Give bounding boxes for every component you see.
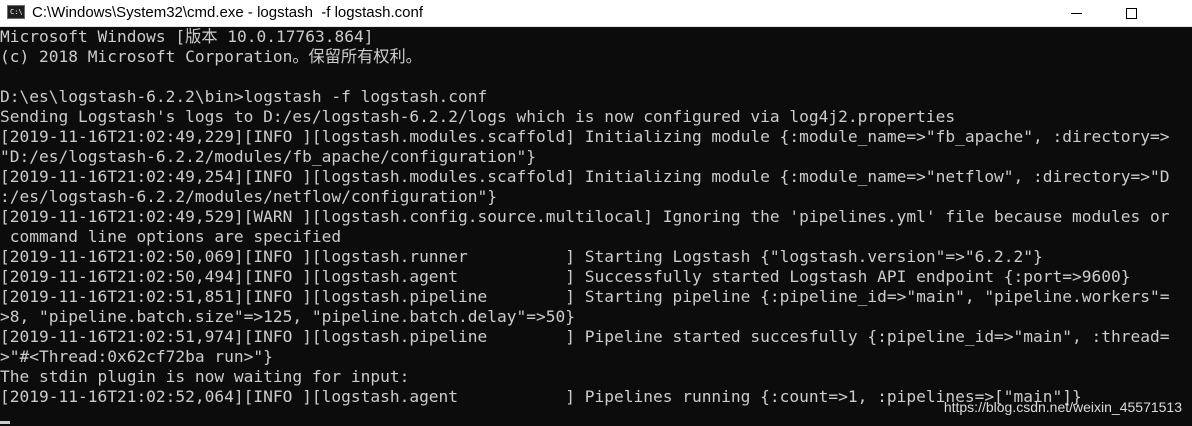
text-cursor <box>0 421 10 424</box>
minimize-button[interactable] <box>1053 0 1099 26</box>
console-line: [2019-11-16T21:02:49,229][INFO ][logstas… <box>0 127 1170 146</box>
console-line: [2019-11-16T21:02:51,851][INFO ][logstas… <box>0 287 1170 306</box>
maximize-button[interactable] <box>1108 0 1154 26</box>
console-line: [2019-11-16T21:02:52,064][INFO ][logstas… <box>0 387 1082 406</box>
console-line: command line options are specified <box>0 227 342 246</box>
console-output[interactable]: Microsoft Windows [版本 10.0.17763.864] (c… <box>0 27 1192 426</box>
console-line: >"#<Thread:0x62cf72ba run>"} <box>0 347 273 366</box>
console-line: The stdin plugin is now waiting for inpu… <box>0 367 410 386</box>
console-line: (c) 2018 Microsoft Corporation。保留所有权利。 <box>0 47 422 66</box>
console-line: [2019-11-16T21:02:49,254][INFO ][logstas… <box>0 167 1170 186</box>
window-title: C:\Windows\System32\cmd.exe - logstash -… <box>32 4 423 21</box>
console-line: Sending Logstash's logs to D:/es/logstas… <box>0 107 956 126</box>
console-line: [2019-11-16T21:02:50,069][INFO ][logstas… <box>0 247 1043 266</box>
console-line: >8, "pipeline.batch.size"=>125, "pipelin… <box>0 307 575 326</box>
watermark: https://blog.csdn.net/weixin_45571513 <box>943 399 1182 415</box>
maximize-icon <box>1125 7 1137 19</box>
console-line: Microsoft Windows [版本 10.0.17763.864] <box>0 27 374 46</box>
console-line: D:\es\logstash-6.2.2\bin>logstash -f log… <box>0 87 488 106</box>
console-line: [2019-11-16T21:02:49,529][WARN ][logstas… <box>0 207 1170 226</box>
console-line: [2019-11-16T21:02:51,974][INFO ][logstas… <box>0 327 1170 346</box>
console-line: :/es/logstash-6.2.2/modules/netflow/conf… <box>0 187 498 206</box>
console-line: "D:/es/logstash-6.2.2/modules/fb_apache/… <box>0 147 537 166</box>
console-line: [2019-11-16T21:02:50,494][INFO ][logstas… <box>0 267 1131 286</box>
minimize-icon <box>1070 12 1082 14</box>
cmd-icon: C:\ <box>7 5 25 19</box>
title-bar[interactable]: C:\ C:\Windows\System32\cmd.exe - logsta… <box>0 0 1192 27</box>
